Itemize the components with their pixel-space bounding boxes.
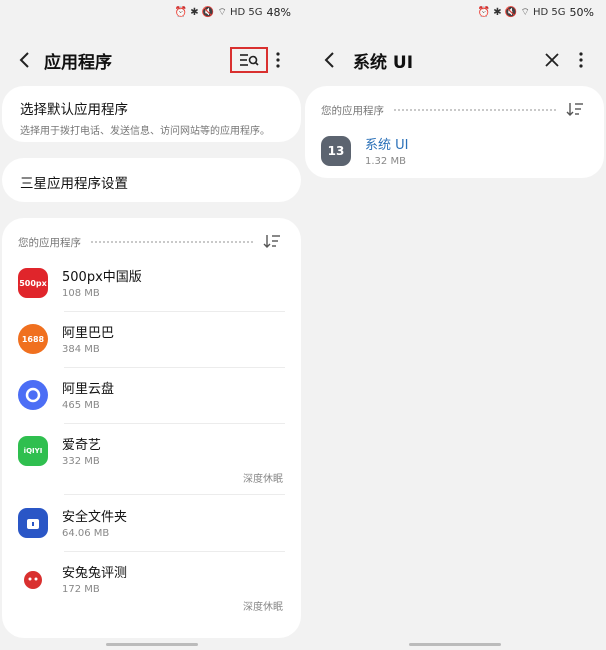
app-row-aliyun-drive[interactable]: 阿里云盘 465 MB: [18, 372, 285, 428]
default-apps-card[interactable]: 选择默认应用程序 选择用于拨打电话、发送信息、访问网站等的应用程序。: [2, 86, 301, 142]
gesture-bar: [106, 643, 198, 646]
more-options-icon[interactable]: [266, 47, 290, 73]
search-results-screen: ⏰ ✱ 🔇 ⌔ HD 5G 50% 系统 UI 您的应用程序 13 系统 UI 1…: [303, 0, 606, 650]
your-apps-label: 您的应用程序: [321, 105, 384, 117]
sort-icon[interactable]: [566, 102, 584, 119]
page-title: 应用程序: [44, 53, 112, 73]
divider: [64, 311, 285, 312]
app-row-500px[interactable]: 500px 500px中国版 108 MB: [18, 260, 285, 316]
app-size: 332 MB: [62, 456, 100, 467]
divider: [64, 423, 285, 424]
default-apps-title: 选择默认应用程序: [20, 102, 128, 118]
app-name: 系统 UI: [365, 138, 409, 153]
samsung-app-settings-label: 三星应用程序设置: [20, 176, 128, 192]
divider: [64, 551, 285, 552]
divider: [91, 240, 253, 243]
app-row-antutu[interactable]: 安兔兔评测 172 MB 深度休眠: [18, 556, 285, 620]
apps-screen: ⏰ ✱ 🔇 ⌔ HD 5G 48% 应用程序 选择默认应用程序 选择用于拨打电话…: [0, 0, 303, 650]
deep-sleep-badge: 深度休眠: [243, 602, 283, 613]
samsung-app-settings-card[interactable]: 三星应用程序设置: [2, 158, 301, 202]
search-query[interactable]: 系统 UI: [353, 48, 413, 73]
clear-search-icon[interactable]: [539, 47, 565, 73]
sort-icon[interactable]: [263, 234, 281, 251]
app-size: 384 MB: [62, 344, 100, 355]
app-name: 安兔兔评测: [62, 566, 128, 581]
app-size: 465 MB: [62, 400, 100, 411]
system-ui-app-icon: 13: [321, 136, 351, 166]
status-icons: ⏰ ✱ 🔇 ⌔ HD 5G: [174, 7, 263, 18]
app-row-alibaba[interactable]: 1688 阿里巴巴 384 MB: [18, 316, 285, 372]
gesture-bar: [409, 643, 501, 646]
your-apps-header: 您的应用程序: [321, 102, 584, 119]
iqiyi-app-icon: iQIYI: [18, 436, 48, 466]
app-size: 64.06 MB: [62, 528, 110, 539]
divider: [64, 367, 285, 368]
your-apps-header: 您的应用程序: [18, 234, 281, 251]
filter-search-button[interactable]: [230, 47, 268, 73]
app-row-iqiyi[interactable]: iQIYI 爱奇艺 332 MB 深度休眠: [18, 428, 285, 492]
aliyun-drive-app-icon: [18, 380, 48, 410]
500px-app-icon: 500px: [18, 268, 48, 298]
antutu-app-icon: [18, 564, 48, 594]
battery-level: 48%: [266, 6, 291, 19]
divider: [64, 494, 285, 495]
battery-level: 50%: [569, 6, 594, 19]
status-bar: ⏰ ✱ 🔇 ⌔ HD 5G 50%: [478, 6, 594, 19]
top-app-bar: 应用程序: [0, 40, 303, 80]
filter-search-icon: [240, 54, 259, 66]
back-arrow-icon[interactable]: [321, 50, 339, 70]
app-row-secure-folder[interactable]: 安全文件夹 64.06 MB: [18, 500, 285, 556]
your-apps-card: 您的应用程序 13 系统 UI 1.32 MB: [305, 86, 604, 178]
app-row-system-ui[interactable]: 13 系统 UI 1.32 MB: [321, 128, 588, 184]
app-size: 108 MB: [62, 288, 100, 299]
back-arrow-icon[interactable]: [16, 50, 34, 70]
default-apps-subtitle: 选择用于拨打电话、发送信息、访问网站等的应用程序。: [20, 126, 270, 137]
app-size: 1.32 MB: [365, 156, 406, 167]
app-name: 爱奇艺: [62, 438, 102, 453]
deep-sleep-badge: 深度休眠: [243, 474, 283, 485]
more-options-icon[interactable]: [569, 47, 593, 73]
app-size: 172 MB: [62, 584, 100, 595]
secure-folder-app-icon: [18, 508, 48, 538]
status-bar: ⏰ ✱ 🔇 ⌔ HD 5G 48%: [175, 6, 291, 19]
app-name: 安全文件夹: [62, 510, 128, 525]
your-apps-card: 您的应用程序 500px 500px中国版 108 MB 1688 阿里巴巴 384…: [2, 218, 301, 638]
your-apps-label: 您的应用程序: [18, 237, 81, 249]
divider: [394, 108, 556, 111]
app-name: 阿里云盘: [62, 382, 115, 397]
app-name: 阿里巴巴: [62, 326, 115, 341]
app-name: 500px中国版: [62, 270, 142, 285]
search-bar: 系统 UI: [303, 40, 606, 80]
alibaba-app-icon: 1688: [18, 324, 48, 354]
status-icons: ⏰ ✱ 🔇 ⌔ HD 5G: [477, 7, 566, 18]
